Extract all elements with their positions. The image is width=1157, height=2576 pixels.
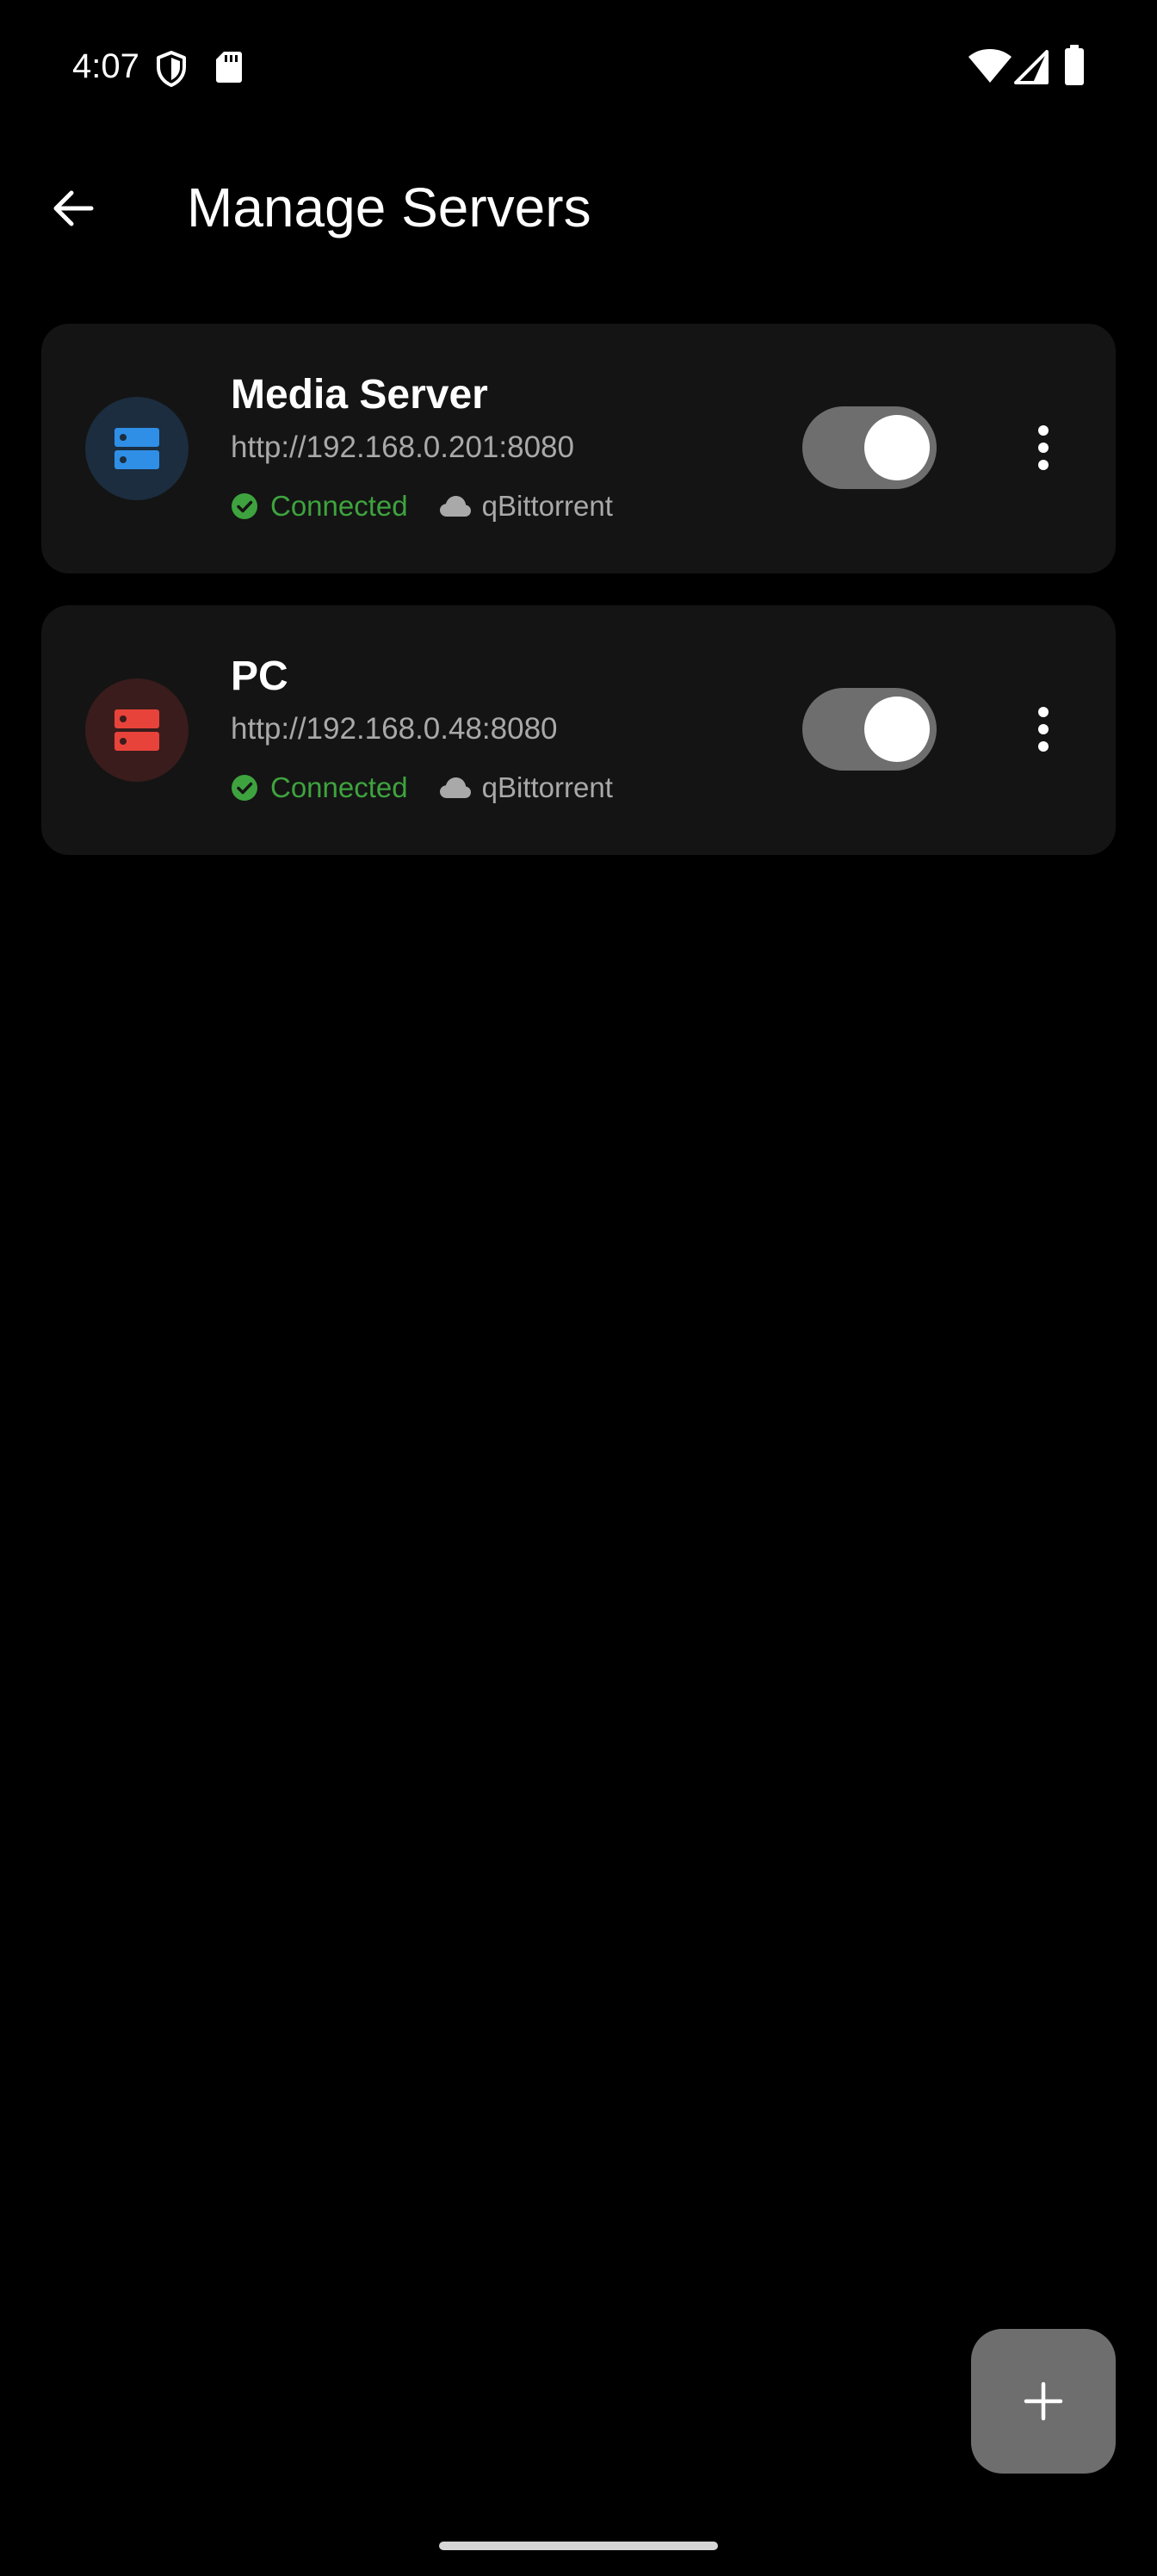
server-list: Media Server http://192.168.0.201:8080 C… [41, 324, 1116, 887]
app-bar: Manage Servers [0, 138, 1157, 279]
server-url: http://192.168.0.48:8080 [231, 712, 558, 746]
client-type: qBittorrent [481, 490, 613, 522]
server-enabled-toggle[interactable] [802, 688, 937, 771]
sd-card-icon [216, 52, 242, 83]
check-circle-icon [232, 775, 257, 801]
more-options-button[interactable] [1005, 691, 1081, 767]
gesture-navigation-bar[interactable] [439, 2542, 718, 2550]
server-meta: Connected qBittorrent [231, 769, 613, 807]
connection-status: Connected [270, 490, 408, 522]
page-title: Manage Servers [187, 176, 591, 238]
shield-icon [157, 51, 186, 87]
server-avatar [85, 678, 189, 782]
connection-status: Connected [270, 771, 408, 803]
toggle-knob [864, 697, 930, 762]
client-type: qBittorrent [481, 771, 613, 803]
toggle-knob [864, 415, 930, 480]
back-button[interactable] [38, 174, 107, 243]
cloud-icon [439, 777, 471, 798]
server-enabled-toggle[interactable] [802, 406, 937, 489]
arrow-back-icon [53, 190, 94, 226]
status-time: 4:07 [72, 47, 139, 85]
server-name: PC [231, 653, 288, 699]
wifi-icon [968, 49, 1012, 83]
check-circle-icon [232, 493, 257, 519]
add-server-button[interactable] [971, 2329, 1116, 2474]
status-bar: 4:07 [0, 0, 1157, 138]
cloud-icon [439, 496, 471, 517]
server-avatar [85, 397, 189, 500]
cellular-signal-icon [1014, 50, 1049, 84]
server-card[interactable]: Media Server http://192.168.0.201:8080 C… [41, 324, 1116, 573]
server-meta: Connected qBittorrent [231, 487, 613, 525]
server-icon [114, 428, 159, 469]
more-vert-icon [1038, 425, 1049, 470]
battery-icon [1065, 45, 1084, 85]
server-name: Media Server [231, 372, 488, 418]
more-options-button[interactable] [1005, 410, 1081, 486]
server-card[interactable]: PC http://192.168.0.48:8080 Connected qB… [41, 605, 1116, 855]
plus-icon [1024, 2381, 1063, 2421]
more-vert-icon [1038, 707, 1049, 752]
server-url: http://192.168.0.201:8080 [231, 430, 574, 464]
server-icon [114, 709, 159, 751]
